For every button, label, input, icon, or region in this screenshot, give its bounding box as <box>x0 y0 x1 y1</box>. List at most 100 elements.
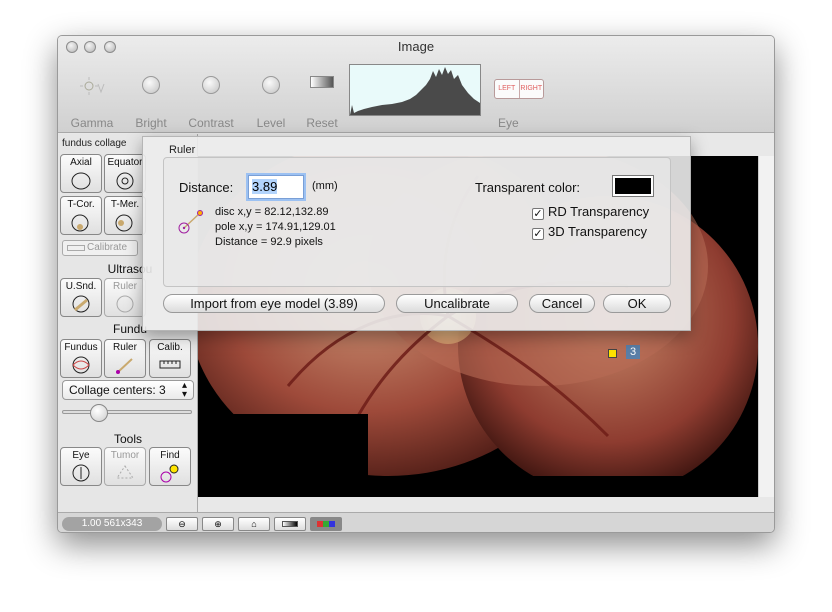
collage-slider-track[interactable] <box>62 410 192 414</box>
disc-coordinates: disc x,y = 82.12,132.89 <box>215 206 329 218</box>
cancel-button[interactable]: Cancel <box>529 294 595 313</box>
ruler-line-icon <box>178 210 203 234</box>
zoom-in-icon: ⊕ <box>214 519 222 529</box>
ruler-icon <box>67 245 85 251</box>
tumor-tool-button[interactable]: Tumor <box>104 447 146 486</box>
uncalibrate-button[interactable]: Uncalibrate <box>396 294 518 313</box>
find-tool-button[interactable]: Find <box>149 447 191 486</box>
t-cor-button[interactable]: T-Cor. <box>60 196 102 235</box>
toolbar: Image Gamma Bright Contrast Level Reset <box>58 36 774 133</box>
fundus-label: Fundus <box>64 342 98 353</box>
distance-pixels: Distance = 92.9 pixels <box>215 236 323 248</box>
pole-coordinates: pole x,y = 174.91,129.01 <box>215 221 336 233</box>
fundus-ruler-button[interactable]: Ruler <box>104 339 146 378</box>
us-ruler-button[interactable]: Ruler <box>104 278 146 317</box>
bright-knob-icon[interactable] <box>142 76 160 94</box>
viewer-scrollbar[interactable] <box>758 156 774 497</box>
checkmark-icon: ✓ <box>532 228 544 240</box>
calibrate-button[interactable]: Calibrate <box>62 240 138 256</box>
eye-left-button[interactable]: LEFT <box>495 80 519 98</box>
ok-button[interactable]: OK <box>603 294 671 313</box>
3d-transparency-checkbox[interactable]: ✓ 3D Transparency <box>532 224 647 240</box>
eye-right-button[interactable]: RIGHT <box>518 80 544 98</box>
level-knob-icon[interactable] <box>262 76 280 94</box>
t-mer-label: T-Mer. <box>110 199 140 210</box>
axial-label: Axial <box>70 157 92 168</box>
3d-transparency-label: 3D Transparency <box>548 224 647 239</box>
zoom-out-button[interactable]: ⊖ <box>166 517 198 531</box>
gamma-tool[interactable]: Gamma <box>62 76 122 130</box>
eye-label: Eye <box>498 116 519 130</box>
color-channels-icon <box>317 521 335 527</box>
eye-tool-button[interactable]: Eye <box>60 447 102 486</box>
equator-label: Equator <box>107 157 143 168</box>
tumor-mer-icon <box>115 214 133 232</box>
ultrasound-icon <box>72 295 90 313</box>
gamma-label: Gamma <box>70 116 114 130</box>
calibrate-label: Calibrate <box>87 242 128 253</box>
t-cor-label: T-Cor. <box>67 199 95 210</box>
zoom-readout: 1.00 561x343 <box>62 517 162 531</box>
window-title: Image <box>397 39 435 54</box>
distance-input[interactable]: 3.89 <box>248 175 304 199</box>
bright-tool[interactable]: Bright <box>121 76 181 130</box>
axial-button[interactable]: Axial <box>60 154 102 193</box>
transparent-color-label: Transparent color: <box>475 180 581 195</box>
grayscale-icon <box>282 521 298 527</box>
rd-transparency-label: RD Transparency <box>548 204 650 219</box>
import-from-eye-model-button[interactable]: Import from eye model (3.89) <box>163 294 385 313</box>
ruler-circle-icon <box>116 295 134 313</box>
color-button[interactable] <box>310 517 342 531</box>
histogram <box>349 64 481 116</box>
fundus-calib-button[interactable]: Calib. <box>149 339 191 378</box>
t-mer-button[interactable]: T-Mer. <box>104 196 146 235</box>
status-bar: 1.00 561x343 ⊖ ⊕ ⌂ <box>58 512 774 532</box>
histogram-plot <box>350 67 480 115</box>
eye-outline-icon <box>71 172 91 190</box>
circle-icon <box>116 172 134 190</box>
tools-section: Tools <box>113 432 142 446</box>
ruler-line-icon <box>116 358 133 374</box>
reset-tool[interactable]: Reset <box>292 76 352 130</box>
home-icon: ⌂ <box>251 519 257 529</box>
find-tool-label: Find <box>160 450 180 461</box>
tumor-tool-label: Tumor <box>110 450 140 461</box>
eye-tool-icon <box>72 464 90 482</box>
rd-transparency-checkbox[interactable]: ✓ RD Transparency <box>532 204 649 220</box>
fundus-calib-label: Calib. <box>157 342 183 353</box>
equator-button[interactable]: Equator <box>104 154 146 193</box>
tumor-icon <box>116 465 134 479</box>
contrast-knob-icon[interactable] <box>202 76 220 94</box>
grayscale-button[interactable] <box>274 517 306 531</box>
calib-ruler-icon <box>159 360 181 369</box>
eye-tool-label: Eye <box>72 450 90 461</box>
gradient-icon[interactable] <box>310 76 334 88</box>
zoom-in-button[interactable]: ⊕ <box>202 517 234 531</box>
bright-label: Bright <box>135 116 167 130</box>
distance-label: Distance: <box>179 180 234 195</box>
fundus-button[interactable]: Fundus <box>60 339 102 378</box>
ruler-dialog: Ruler Distance: 3.89 (mm) Transparent co… <box>142 136 691 331</box>
marker-number: 3 <box>626 345 640 359</box>
select-arrows-icon: ▴ ▾ <box>181 380 187 400</box>
zoom-out-icon: ⊖ <box>178 519 186 529</box>
ultrasound-label: U.Snd. <box>65 281 97 292</box>
ultrasound-button[interactable]: U.Snd. <box>60 278 102 317</box>
ruler-dialog-title: Ruler <box>169 144 196 156</box>
fundus-ruler-label: Ruler <box>113 342 137 353</box>
home-button[interactable]: ⌂ <box>238 517 270 531</box>
reset-label: Reset <box>306 116 338 130</box>
ruler-settings-group: Distance: 3.89 (mm) Transparent color: ✓… <box>163 157 671 287</box>
sun-icon <box>80 77 105 95</box>
marker-point[interactable] <box>608 349 617 358</box>
us-ruler-label: Ruler <box>113 281 137 292</box>
collage-centers-select[interactable]: Collage centers: 3 ▴ ▾ <box>62 380 194 400</box>
transparent-color-well[interactable] <box>612 175 654 197</box>
find-icon <box>160 464 179 483</box>
tumor-cor-icon <box>71 214 89 232</box>
fundus-icon <box>72 356 90 374</box>
sidebar-title: fundus collage <box>62 138 127 149</box>
contrast-tool[interactable]: Contrast <box>181 76 241 130</box>
eye-selector[interactable]: LEFT RIGHT <box>494 79 544 99</box>
collage-slider-thumb[interactable] <box>90 404 108 422</box>
